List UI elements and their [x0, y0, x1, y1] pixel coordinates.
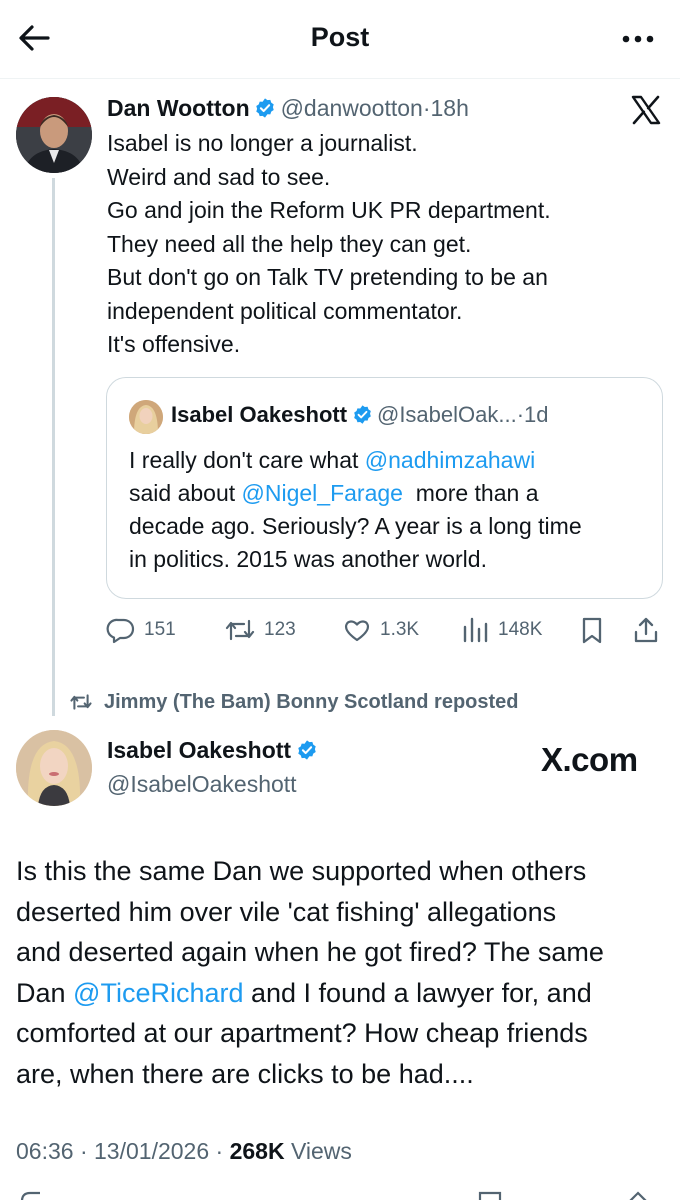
tweet-line: It's offensive. — [107, 331, 241, 357]
share-button[interactable] — [632, 612, 660, 648]
quoted-author-name: Isabel Oakeshott — [171, 402, 348, 427]
tweet-line: and deserted again when he got fired? Th… — [16, 937, 604, 967]
repost-icon — [225, 619, 255, 641]
profile-photo — [16, 730, 92, 806]
tweet-text-fragment: and I found a lawyer for, and — [243, 977, 592, 1008]
tweet-line: Weird and sad to see. — [107, 163, 331, 190]
views-label: Views — [284, 1138, 352, 1164]
like-count: 1.3K — [380, 619, 420, 640]
reply-count: 151 — [144, 619, 176, 640]
reply-icon — [106, 618, 135, 644]
views-count[interactable]: 268K — [230, 1138, 285, 1164]
tweet-line: are, when there are clicks to be had.... — [16, 1058, 474, 1089]
tweet-line: They need all the help they can get. — [107, 230, 472, 257]
tweet-text: Isabel is no longer a journalist. Weird … — [107, 127, 667, 362]
dot-separator: · — [73, 1138, 95, 1164]
tweet-line: independent political commentator. — [107, 297, 463, 324]
header-divider — [0, 78, 680, 79]
reply-button[interactable]: 151 — [106, 612, 176, 648]
timestamp[interactable]: 18h — [431, 95, 469, 121]
views-count: 148K — [498, 619, 543, 640]
verified-badge-icon — [256, 98, 274, 118]
quoted-timestamp: 1d — [524, 402, 549, 427]
quoted-tweet-card[interactable]: Isabel Oakeshott @IsabelOak...·1d I real… — [106, 377, 663, 599]
page-title: Post — [310, 22, 370, 52]
tweet-line: Isabel is no longer a journalist. — [107, 130, 418, 156]
profile-photo — [129, 400, 163, 434]
action-bar: 151 123 1.3K 148K — [106, 612, 666, 648]
top-bar: Post — [0, 0, 680, 78]
repost-banner-text: Jimmy (The Bam) Bonny Scotland reposted — [104, 690, 519, 713]
views-icon — [463, 617, 488, 643]
tweet-line: Is this the same Dan we supported when o… — [16, 856, 587, 886]
tweet-line: But don't go on Talk TV pretending to be… — [107, 264, 548, 290]
author-name[interactable]: Isabel Oakeshott — [107, 737, 291, 763]
repost-count: 123 — [264, 619, 296, 640]
quoted-tweet-header: Isabel Oakeshott @IsabelOak...·1d — [171, 402, 549, 428]
more-horizontal-icon — [622, 35, 654, 43]
views-button[interactable]: 148K — [460, 612, 542, 648]
like-button[interactable]: 1.3K — [342, 612, 419, 648]
quote-line: decade ago. Seriously? A year is a long … — [129, 513, 582, 539]
repost-icon — [70, 694, 92, 710]
mention-link[interactable]: @Nigel_Farage — [242, 480, 403, 506]
post-date[interactable]: 13/01/2026 — [94, 1138, 209, 1164]
author-handle[interactable]: @danwootton — [281, 95, 423, 121]
author-name-row: Isabel Oakeshott — [107, 737, 318, 764]
quote-line: in politics. 2015 was another world. — [129, 546, 487, 572]
post-time[interactable]: 06:36 — [16, 1138, 74, 1164]
tweet-header: Dan Wootton @danwootton·18h — [107, 95, 469, 122]
bookmark-button[interactable] — [578, 612, 606, 648]
verified-badge-icon — [297, 740, 316, 760]
avatar[interactable] — [16, 97, 92, 173]
cropped-icons — [20, 1191, 647, 1200]
x-logo-button[interactable] — [630, 94, 662, 126]
quote-text: I really don't care what — [129, 447, 365, 473]
quoted-author-handle: @IsabelOak... — [376, 402, 517, 427]
tweet-line: Go and join the Reform UK PR department. — [107, 197, 551, 223]
bottom-action-bar-partial — [0, 1188, 680, 1200]
tweet-meta: 06:36 · 13/01/2026 · 268K Views — [16, 1138, 352, 1165]
verified-badge-icon — [353, 405, 371, 424]
tweet-text: Is this the same Dan we supported when o… — [16, 851, 666, 1094]
quote-text: said about — [129, 480, 242, 506]
heart-icon — [345, 620, 369, 642]
bookmark-icon — [582, 617, 602, 644]
dot-separator: · — [422, 95, 431, 121]
repost-button[interactable]: 123 — [224, 612, 296, 648]
author-name[interactable]: Dan Wootton — [107, 95, 250, 121]
thread-line — [52, 178, 55, 716]
quote-text: more than a — [402, 480, 539, 506]
dot-separator: · — [516, 402, 525, 427]
profile-photo — [16, 97, 92, 173]
dot-separator: · — [209, 1138, 230, 1164]
author-handle[interactable]: @IsabelOakeshott — [107, 771, 297, 798]
more-options-button[interactable] — [618, 22, 658, 56]
avatar[interactable] — [16, 730, 92, 806]
repost-banner[interactable]: Jimmy (The Bam) Bonny Scotland reposted — [68, 688, 519, 716]
quoted-avatar — [129, 400, 163, 434]
mention-link[interactable]: @nadhimzahawi — [365, 447, 535, 473]
tweet-line: deserted him over vile 'cat fishing' all… — [16, 896, 557, 927]
share-icon — [634, 617, 658, 643]
tweet-line: comforted at our apartment? How cheap fr… — [16, 1018, 588, 1048]
mention-link[interactable]: @TiceRichard — [73, 978, 243, 1008]
quoted-tweet-text: I really don't care what @nadhimzahawi s… — [129, 444, 649, 576]
tweet-text-fragment: Dan — [16, 977, 74, 1008]
x-logo-icon — [631, 95, 661, 125]
watermark: X.com — [541, 741, 638, 778]
